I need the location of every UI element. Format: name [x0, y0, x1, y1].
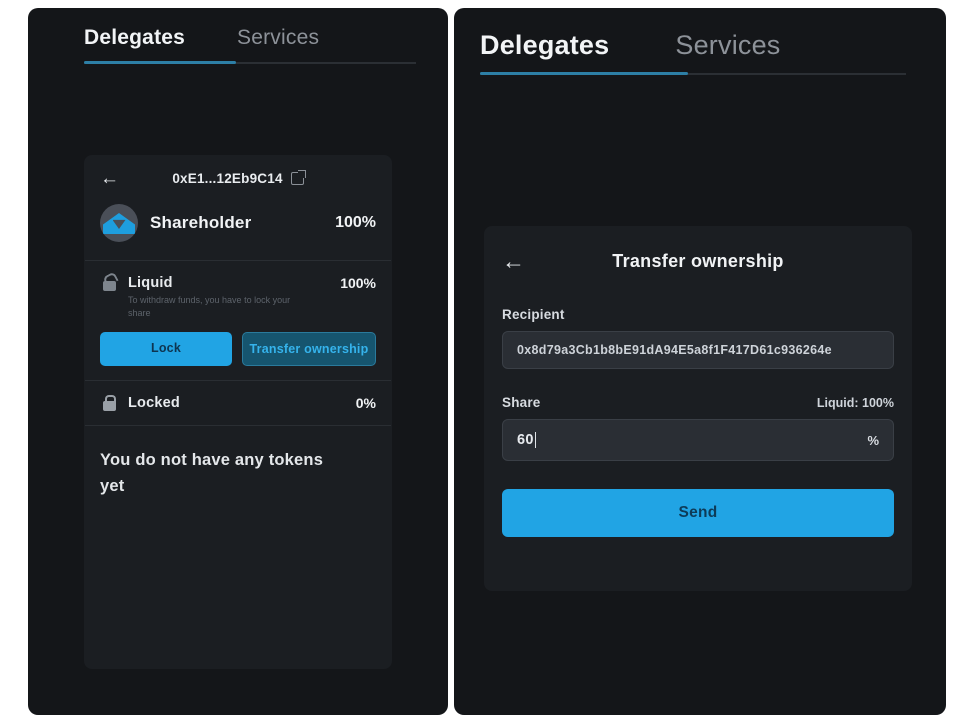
left-tab-bar: Delegates Services [28, 8, 448, 64]
locked-percent: 0% [355, 395, 376, 412]
recipient-input[interactable]: 0x8d79a3Cb1b8bE91dA94E5a8f1F417D61c93626… [502, 331, 894, 369]
tab-delegates-label: Delegates [480, 30, 610, 60]
liquid-section: Liquid To withdraw funds, you have to lo… [84, 261, 392, 380]
liquid-header: Liquid To withdraw funds, you have to lo… [100, 275, 376, 320]
share-label: Share [502, 395, 541, 410]
share-header: Share Liquid: 100% [502, 395, 894, 410]
delegate-address: 0xE1...12Eb9C14 [172, 171, 283, 186]
liquid-description: To withdraw funds, you have to lock your… [128, 295, 291, 319]
lock-button[interactable]: Lock [100, 332, 232, 367]
transfer-ownership-button[interactable]: Transfer ownership [242, 332, 376, 367]
text-cursor [534, 432, 537, 448]
right-panel: Delegates Services ← Transfer ownership … [454, 8, 946, 715]
tab-active-indicator [84, 61, 236, 64]
shareholder-percent: 100% [335, 214, 376, 231]
right-tab-bar: Delegates Services [454, 8, 946, 75]
back-arrow-icon[interactable]: ← [502, 250, 532, 273]
tab-services-label: Services [237, 26, 320, 49]
external-link-icon[interactable] [290, 170, 306, 185]
liquid-percent: 100% [340, 275, 376, 291]
transfer-ownership-card: ← Transfer ownership Recipient 0x8d79a3C… [484, 226, 912, 591]
tab-delegates[interactable]: Delegates [480, 30, 609, 75]
unlocked-padlock-icon [100, 275, 118, 291]
tab-services[interactable]: Services [675, 30, 780, 75]
recipient-input-value: 0x8d79a3Cb1b8bE91dA94E5a8f1F417D61c93626… [517, 343, 832, 357]
shareholder-row: Shareholder 100% [84, 200, 392, 260]
left-panel: Delegates Services ← 0xE1...12Eb9C14 Sha… [28, 8, 448, 715]
transfer-card-topbar: ← Transfer ownership [502, 250, 894, 273]
tab-services[interactable]: Services [237, 26, 319, 64]
back-arrow-icon[interactable]: ← [100, 169, 122, 188]
avatar [100, 204, 138, 242]
liquid-label: Liquid [128, 275, 173, 291]
address-display: 0xE1...12Eb9C14 [122, 170, 354, 186]
liquid-available-hint: Liquid: 100% [816, 396, 894, 410]
delegate-detail-card: ← 0xE1...12Eb9C14 Shareholder 100% Liqui… [84, 155, 392, 669]
card-topbar: ← 0xE1...12Eb9C14 [84, 155, 392, 200]
share-input[interactable]: 60 % [502, 419, 894, 461]
share-input-value: 60 [517, 432, 534, 448]
shareholder-label: Shareholder [150, 213, 252, 232]
recipient-label: Recipient [502, 307, 565, 322]
tab-delegates[interactable]: Delegates [84, 26, 185, 64]
tab-services-label: Services [675, 30, 781, 60]
liquid-text-column: Liquid To withdraw funds, you have to lo… [128, 275, 330, 320]
padlock-icon [100, 395, 118, 412]
locked-row: Locked 0% [84, 381, 392, 425]
locked-label: Locked [128, 395, 180, 412]
tab-active-indicator [480, 72, 688, 75]
liquid-actions: Lock Transfer ownership [100, 332, 376, 367]
empty-state-message: You do not have any tokens yet [100, 451, 324, 495]
send-button[interactable]: Send [502, 489, 894, 537]
percent-suffix: % [867, 432, 879, 448]
tab-delegates-label: Delegates [84, 26, 186, 49]
transfer-card-title: Transfer ownership [612, 251, 784, 271]
app-root: Delegates Services ← 0xE1...12Eb9C14 Sha… [0, 0, 960, 727]
